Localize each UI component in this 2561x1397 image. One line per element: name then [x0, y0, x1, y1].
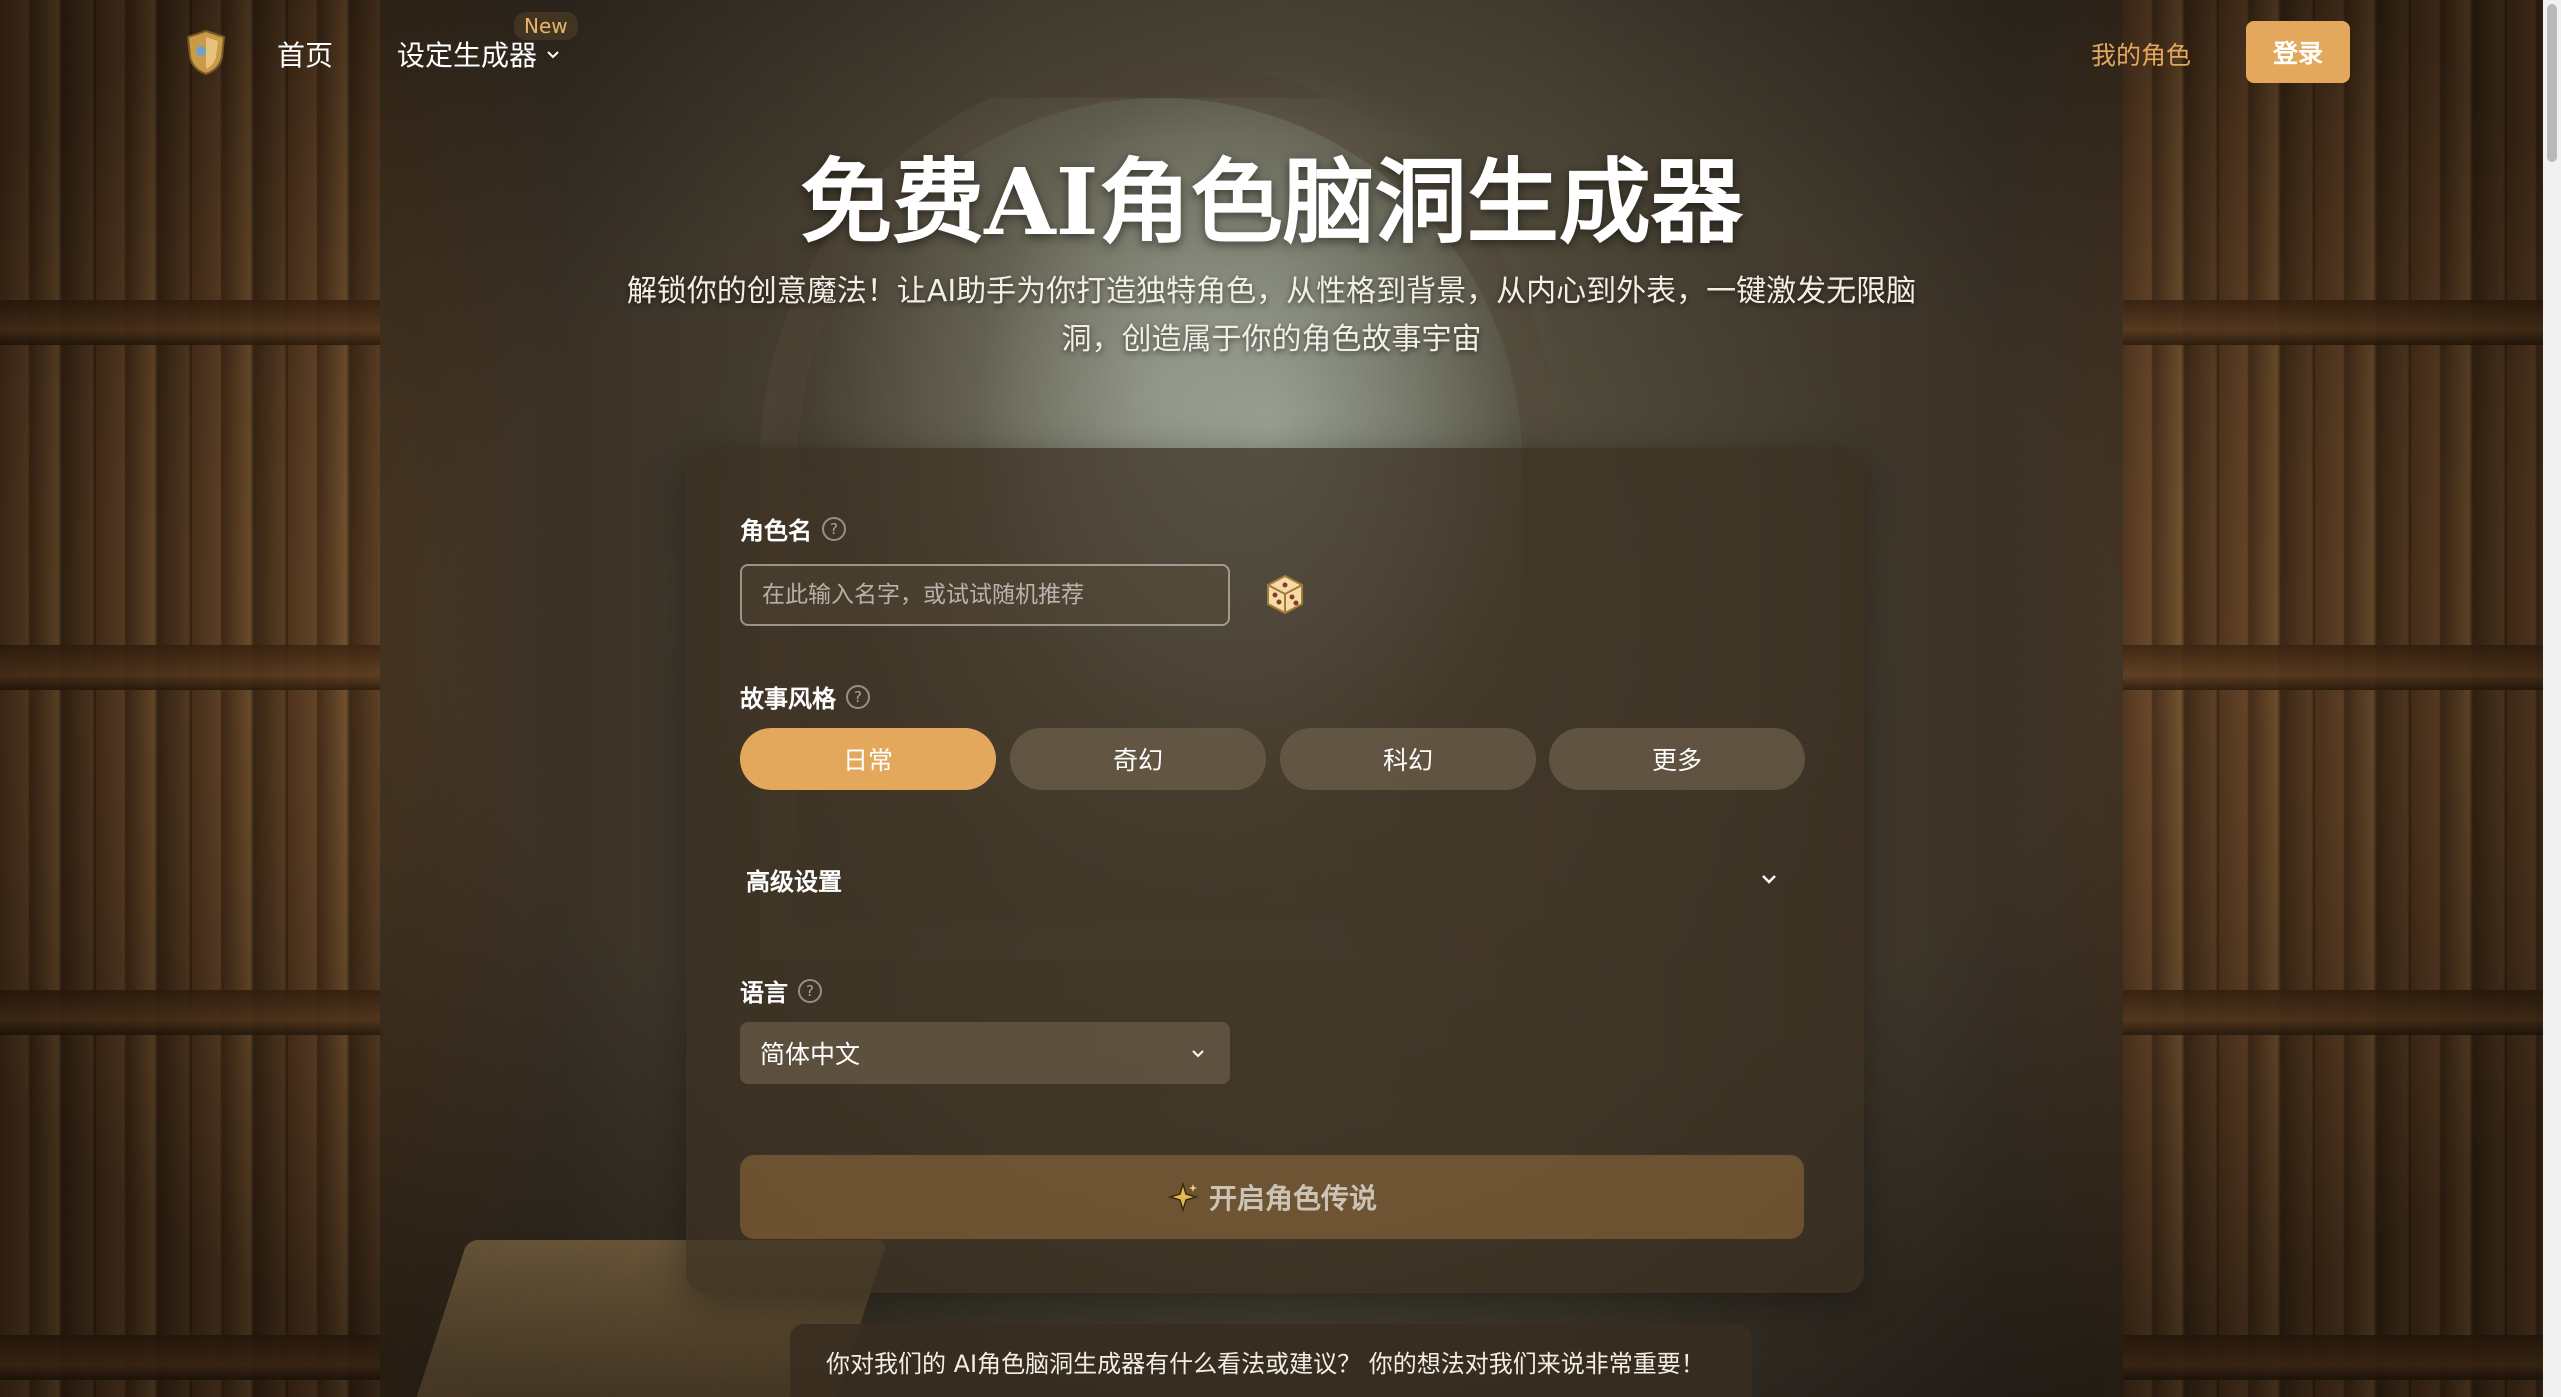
language-label: 语言 ? — [740, 973, 822, 1008]
start-legend-button[interactable]: 开启角色传说 — [740, 1155, 1804, 1239]
language-selected-value: 简体中文 — [760, 1040, 861, 1069]
help-icon[interactable]: ? — [846, 684, 870, 709]
nav-generator-dropdown[interactable]: 设定生成器 — [397, 34, 561, 74]
new-badge: New — [514, 12, 578, 40]
language-select[interactable]: 简体中文 — [740, 1022, 1230, 1084]
page-title: 免费AI角色脑洞生成器 — [800, 148, 1743, 256]
chevron-down-icon — [1192, 1050, 1204, 1058]
feedback-banner: 你对我们的 AI角色脑洞生成器有什么看法或建议？ 你的想法对我们来说非常重要！ — [790, 1324, 1752, 1397]
nav-generator-label: 设定生成器 — [397, 39, 538, 72]
style-option-fantasy[interactable]: 奇幻 — [1010, 728, 1266, 790]
login-button[interactable]: 登录 — [2246, 21, 2350, 83]
character-name-input[interactable] — [740, 564, 1230, 626]
character-name-label-text: 角色名 — [740, 517, 812, 545]
start-legend-label: 开启角色传说 — [1208, 1182, 1377, 1215]
advanced-settings-label: 高级设置 — [746, 867, 842, 896]
character-name-label: 角色名 ? — [740, 511, 846, 546]
sparkle-icon — [1167, 1181, 1199, 1213]
nav-home-link[interactable]: 首页 — [277, 34, 333, 74]
top-navbar: 首页 设定生成器 New 我的角色 登录 — [0, 0, 2543, 105]
help-icon[interactable]: ? — [798, 978, 822, 1003]
page-subtitle: 解锁你的创意魔法！让AI助手为你打造独特角色，从性格到背景，从内心到外表，一键激… — [626, 274, 1917, 357]
page-scrollbar[interactable] — [2543, 0, 2561, 1397]
story-style-label-text: 故事风格 — [740, 685, 836, 713]
shield-logo-icon[interactable] — [184, 29, 228, 75]
advanced-settings-toggle[interactable]: 高级设置 — [740, 848, 1804, 910]
scrollbar-thumb[interactable] — [2547, 4, 2557, 162]
dice-random-icon[interactable] — [1262, 571, 1308, 617]
feedback-text: 你对我们的 AI角色脑洞生成器有什么看法或建议？ 你的想法对我们来说非常重要！ — [826, 1350, 1705, 1378]
my-characters-link[interactable]: 我的角色 — [2091, 36, 2191, 72]
style-option-more[interactable]: 更多 — [1549, 728, 1805, 790]
story-style-label: 故事风格 ? — [740, 679, 870, 714]
style-option-scifi[interactable]: 科幻 — [1280, 728, 1536, 790]
chevron-down-icon — [547, 51, 559, 59]
style-option-daily[interactable]: 日常 — [740, 728, 996, 790]
chevron-down-icon — [1762, 875, 1776, 884]
help-icon[interactable]: ? — [822, 516, 846, 541]
language-label-text: 语言 — [740, 979, 788, 1007]
